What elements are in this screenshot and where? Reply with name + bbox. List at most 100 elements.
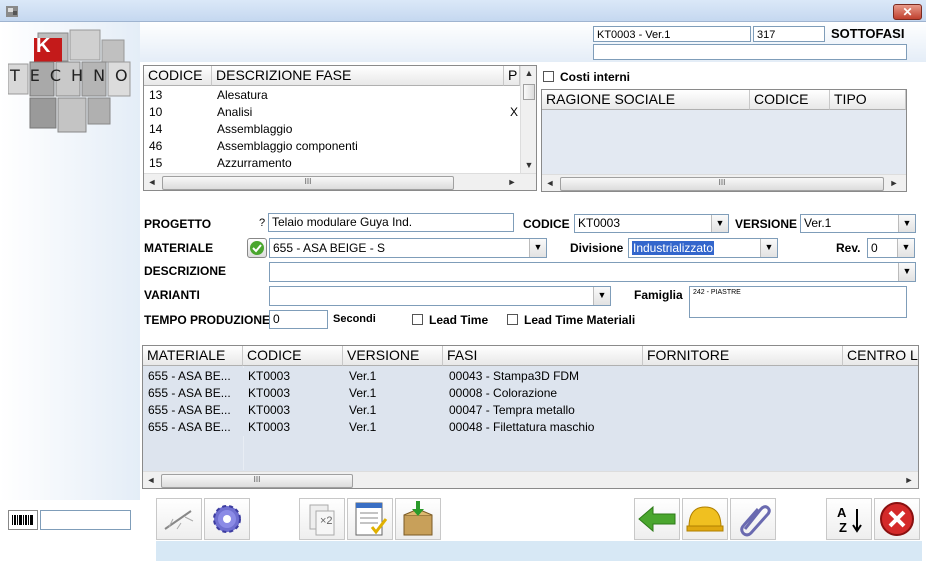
box-download-icon: [403, 501, 433, 536]
column-header-tipo[interactable]: TIPO: [830, 90, 906, 110]
materiale-select[interactable]: 655 - ASA BEIGE - S ▼: [269, 238, 547, 258]
materiale-label: MATERIALE: [144, 241, 214, 255]
lead-time-materiali-checkbox[interactable]: [507, 314, 518, 325]
materiale-check-button[interactable]: [247, 238, 267, 258]
tempo-field[interactable]: 0: [269, 310, 328, 329]
column-header-materiale[interactable]: MATERIALE: [143, 346, 243, 366]
column-header-codice[interactable]: CODICE: [144, 66, 212, 86]
table-row[interactable]: 15 Azzurramento: [144, 155, 520, 172]
duplicate-button[interactable]: ×2: [299, 498, 345, 540]
table-row[interactable]: 655 - ASA BE... KT0003 Ver.1 00048 - Fil…: [143, 419, 918, 436]
column-header-ragione-sociale[interactable]: RAGIONE SOCIALE: [542, 90, 750, 110]
costi-hscroll-thumb[interactable]: III: [560, 177, 884, 191]
header-sub-field[interactable]: [593, 44, 907, 60]
safety-button[interactable]: [682, 498, 728, 540]
sort-a-label: A: [837, 505, 847, 520]
paperclip-icon: [740, 505, 771, 537]
column-header-codice[interactable]: CODICE: [243, 346, 343, 366]
phases-vscroll[interactable]: ▲ ▼: [520, 66, 536, 173]
progetto-field[interactable]: Telaio modulare Guya Ind.: [268, 213, 514, 232]
table-row[interactable]: 46 Assemblaggio componenti: [144, 138, 520, 155]
import-button[interactable]: [395, 498, 441, 540]
chevron-down-icon[interactable]: ▼: [593, 287, 610, 305]
chevron-down-icon[interactable]: ▼: [898, 263, 915, 281]
chevron-down-icon[interactable]: ▼: [898, 215, 915, 232]
sort-button[interactable]: A Z: [826, 498, 872, 540]
arrow-left-icon: [638, 505, 676, 533]
column-header-p[interactable]: P: [504, 66, 520, 86]
descrizione-select[interactable]: ▼: [269, 262, 916, 282]
barcode-input[interactable]: [40, 510, 131, 530]
lead-time-checkbox[interactable]: [412, 314, 423, 325]
checklist-icon: [355, 502, 388, 536]
divisione-value: Industrializzato: [632, 241, 715, 255]
column-header-centro-lavoro[interactable]: CENTRO LA: [843, 346, 918, 366]
settings-button[interactable]: [204, 498, 250, 540]
wizard-button[interactable]: [156, 498, 202, 540]
phases-hscroll-thumb[interactable]: III: [162, 176, 454, 190]
materials-hscroll[interactable]: ◄ III ►: [143, 471, 918, 488]
materials-grid: MATERIALE CODICE VERSIONE FASI FORNITORE…: [142, 345, 919, 489]
secondi-label: Secondi: [333, 313, 376, 325]
cell-desc: Azzurramento: [217, 156, 292, 170]
chevron-down-icon[interactable]: ▼: [760, 239, 777, 257]
cell-desc: Assemblaggio componenti: [217, 139, 358, 153]
materials-hscroll-thumb[interactable]: III: [161, 474, 353, 488]
codice-label: CODICE: [523, 217, 570, 231]
header-number-field[interactable]: 317: [753, 26, 825, 42]
back-button[interactable]: [634, 498, 680, 540]
table-row[interactable]: 14 Assemblaggio: [144, 121, 520, 138]
rev-value: 0: [871, 241, 878, 255]
table-row[interactable]: 13 Alesatura: [144, 87, 520, 104]
versione-label: VERSIONE: [735, 217, 798, 231]
column-header-fasi[interactable]: FASI: [443, 346, 643, 366]
phases-hscroll[interactable]: ◄ III ►: [144, 173, 536, 190]
famiglia-label: Famiglia: [634, 288, 683, 302]
magic-wand-icon: [164, 510, 194, 530]
header-code-field[interactable]: KT0003 - Ver.1: [593, 26, 751, 42]
tempo-produzione-label: TEMPO PRODUZIONE: [144, 313, 271, 327]
exit-button[interactable]: [874, 498, 920, 540]
column-header-fornitore[interactable]: FORNITORE: [643, 346, 843, 366]
column-header-codice[interactable]: CODICE: [750, 90, 830, 110]
table-row[interactable]: 655 - ASA BE... KT0003 Ver.1 00008 - Col…: [143, 385, 918, 402]
lead-time-materiali-label: Lead Time Materiali: [524, 313, 636, 327]
cell-desc: Alesatura: [217, 88, 268, 102]
codice-value: KT0003: [578, 216, 621, 230]
table-row[interactable]: 655 - ASA BE... KT0003 Ver.1 00043 - Sta…: [143, 368, 918, 385]
close-window-button[interactable]: ✕: [893, 4, 922, 20]
column-header-versione[interactable]: VERSIONE: [343, 346, 443, 366]
cell-fase: 00048 - Filettatura maschio: [449, 420, 595, 434]
varianti-select[interactable]: ▼: [269, 286, 611, 306]
sottofasi-title: SOTTOFASI: [831, 26, 905, 41]
cell-versione: Ver.1: [349, 403, 377, 417]
chevron-down-icon[interactable]: ▼: [897, 239, 914, 257]
divisione-label: Divisione: [570, 241, 624, 255]
sort-az-icon: [852, 509, 862, 533]
cell-desc: Assemblaggio: [217, 122, 293, 136]
famiglia-field[interactable]: 242 - PIASTRE: [689, 286, 907, 318]
progetto-help[interactable]: ?: [259, 217, 265, 229]
cell-versione: Ver.1: [349, 386, 377, 400]
column-header-descrizione[interactable]: DESCRIZIONE FASE: [212, 66, 504, 86]
chevron-down-icon[interactable]: ▼: [711, 215, 728, 232]
cell-codice: KT0003: [248, 403, 291, 417]
cell-versione: Ver.1: [349, 420, 377, 434]
chevron-down-icon[interactable]: ▼: [529, 239, 546, 257]
rev-select[interactable]: 0 ▼: [867, 238, 915, 258]
costi-hscroll[interactable]: ◄ III ►: [542, 174, 906, 191]
checklist-button[interactable]: [347, 498, 393, 540]
cell-codice: KT0003: [248, 369, 291, 383]
attachment-button[interactable]: [730, 498, 776, 540]
cell-p: X: [510, 105, 519, 119]
barcode-icon[interactable]: [8, 510, 38, 530]
table-row[interactable]: 10 Analisi X: [144, 104, 520, 121]
rev-label: Rev.: [836, 241, 861, 255]
costi-interni-checkbox[interactable]: [543, 71, 554, 82]
cell-code: 13: [149, 88, 163, 102]
divisione-select[interactable]: Industrializzato ▼: [628, 238, 778, 258]
table-row[interactable]: 655 - ASA BE... KT0003 Ver.1 00047 - Tem…: [143, 402, 918, 419]
codice-select[interactable]: KT0003 ▼: [574, 214, 729, 233]
versione-select[interactable]: Ver.1 ▼: [800, 214, 916, 233]
sort-z-label: Z: [839, 520, 847, 535]
